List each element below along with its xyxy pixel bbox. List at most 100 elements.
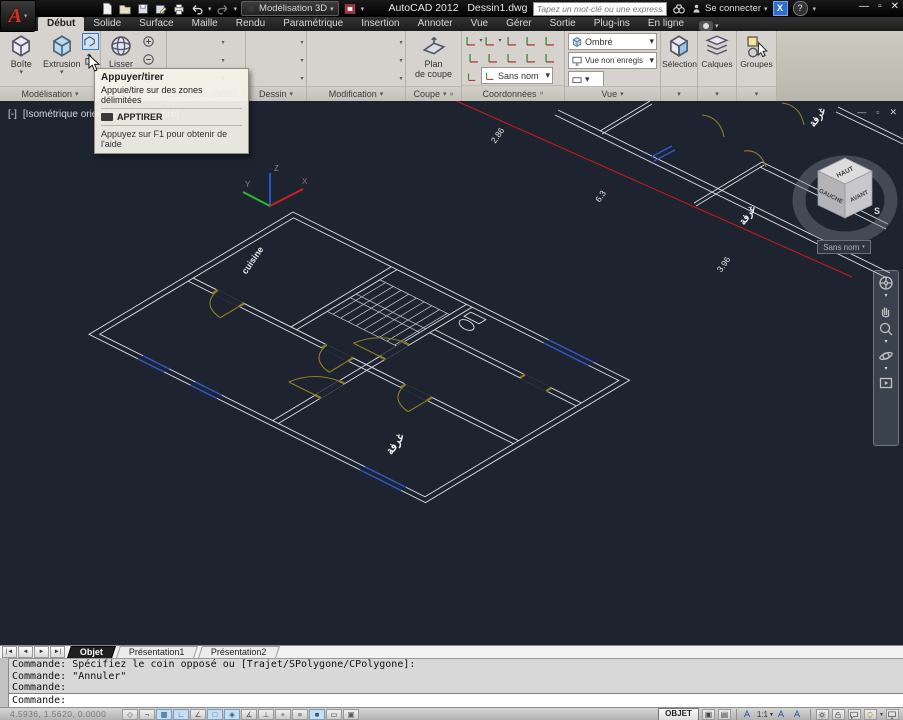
modify-arc-button[interactable]: ▾ [384, 51, 403, 69]
isolate-objects-icon[interactable] [864, 709, 877, 720]
annotation-visibility-icon[interactable] [776, 709, 789, 720]
ribbon-tab-7[interactable]: Insertion [352, 17, 408, 31]
drawing-canvas[interactable]: Y X Z cuisine غرفة غرفة غرفة 2.86 6.3 3.… [0, 101, 903, 645]
mesh-refine-button[interactable] [140, 33, 157, 50]
modify-line-button[interactable] [308, 69, 327, 87]
solids-cminus-button[interactable] [168, 51, 187, 69]
ucs-tool-button[interactable] [540, 32, 559, 49]
navigation-wheel-icon[interactable] [878, 275, 894, 291]
modify-mirror-button[interactable] [308, 33, 327, 51]
online-extra-icon[interactable]: ▾ [699, 21, 719, 31]
application-menu-button[interactable]: A ▾ [0, 0, 36, 32]
first-layout-button[interactable]: |◄ [2, 646, 17, 658]
ucs-tool-button[interactable]: ▾ [464, 32, 483, 49]
tab-layout1[interactable]: Présentation1 [116, 646, 197, 658]
view-name-dropdown[interactable]: Vue non enregis ▾ [568, 52, 657, 69]
search-binoculars-icon[interactable] [672, 2, 686, 16]
redo-icon[interactable] [216, 2, 230, 16]
close-button[interactable]: ✕ [891, 1, 899, 12]
ribbon-tab-10[interactable]: Gérer [497, 17, 541, 31]
workspace-gear-icon[interactable] [816, 709, 829, 720]
mesh-reduce-button[interactable] [140, 51, 157, 68]
selection-button[interactable]: Sélection [662, 32, 697, 86]
draw-polygon-button[interactable] [247, 69, 266, 87]
modify-mirror-button[interactable] [327, 69, 346, 87]
modify-erase-button[interactable] [308, 51, 327, 69]
draw-circle-button[interactable]: ▾ [285, 51, 304, 69]
help-dropdown-icon[interactable]: ▾ [813, 5, 817, 13]
otrack-toggle[interactable]: ∡ [241, 709, 257, 720]
ucs-tool-button[interactable] [464, 49, 483, 66]
sc-toggle[interactable]: ▣ [343, 709, 359, 720]
viewport-minimize-control[interactable]: [-] [8, 109, 17, 120]
modify-trim-button[interactable]: ▾ [384, 33, 403, 51]
box-button[interactable]: Boîte ▾ [1, 32, 42, 86]
ribbon-tab-4[interactable]: Maille [183, 17, 227, 31]
draw-pline-button[interactable] [247, 33, 266, 51]
transparency-toggle[interactable]: ■ [309, 709, 325, 720]
drawing-close-button[interactable]: ✕ [889, 107, 897, 118]
ucs-tool-button[interactable] [502, 32, 521, 49]
section-plane-button[interactable]: Plan de coupe [409, 32, 459, 86]
command-input[interactable]: Commande: [0, 693, 903, 707]
save-icon[interactable] [136, 2, 150, 16]
save-as-icon[interactable] [154, 2, 168, 16]
snap-toggle[interactable]: ◇ [122, 709, 138, 720]
restore-button[interactable]: ▫ [878, 1, 882, 12]
ribbon-tab-2[interactable]: Solide [84, 17, 130, 31]
panel-label-calques[interactable]: ▾ [698, 86, 736, 101]
undo-icon[interactable] [190, 2, 204, 16]
sign-in-button[interactable]: Se connecter ▾ [691, 3, 768, 14]
ucs-tool-button[interactable] [483, 49, 502, 66]
ucs-icon-button[interactable] [464, 69, 479, 82]
visual-style-dropdown[interactable]: Ombré ▾ [568, 33, 657, 50]
workspace-switcher[interactable]: Modélisation 3D ▾ [241, 1, 339, 16]
extrusion-button[interactable]: Extrusion ▾ [42, 32, 83, 86]
space-button[interactable]: OBJET [658, 708, 699, 720]
chevron-down-icon[interactable]: ▾ [884, 367, 887, 372]
toolbar-lock-icon[interactable] [832, 709, 845, 720]
prev-layout-button[interactable]: ◄ [18, 646, 33, 658]
ribbon-tab-5[interactable]: Rendu [227, 17, 274, 31]
clean-screen-icon[interactable] [886, 709, 899, 720]
ducs-toggle[interactable]: ⊥ [258, 709, 274, 720]
ucs-tool-button[interactable] [502, 49, 521, 66]
solids-union-button[interactable] [168, 33, 187, 51]
orbit-icon[interactable] [878, 348, 894, 364]
minimize-button[interactable]: — [859, 1, 869, 12]
panel-label-vue[interactable]: Vue▾ [565, 86, 660, 101]
search-input[interactable] [533, 2, 667, 16]
chevron-down-icon[interactable]: ▾ [884, 340, 887, 345]
qat-palette-icon[interactable] [343, 2, 357, 16]
draw-arc-button[interactable]: ▾ [285, 33, 304, 51]
qat-dropdown-icon[interactable]: ▾ [361, 5, 365, 13]
draw-polygon-button[interactable] [266, 33, 285, 51]
chevron-down-icon[interactable]: ▾ [884, 294, 887, 299]
polar-toggle[interactable]: ∠ [190, 709, 206, 720]
hardware-acceleration-icon[interactable] [848, 709, 861, 720]
ucs-named-dropdown[interactable]: Sans nom ▾ [481, 67, 553, 84]
ucs-tool-button[interactable] [521, 32, 540, 49]
osnap3d-toggle[interactable]: ◈ [224, 709, 240, 720]
ribbon-tab-12[interactable]: Plug-ins [585, 17, 639, 31]
draw-circle-button[interactable]: ▾ [285, 69, 304, 87]
compass-south-label[interactable]: S [874, 206, 880, 216]
infer-toggle[interactable]: ¬ [139, 709, 155, 720]
panel-label-modification[interactable]: Modification▾ [307, 86, 405, 101]
layers-button[interactable]: Calques [699, 32, 735, 86]
annotation-scale-button[interactable]: 1:1 ▾ [742, 709, 773, 720]
command-history[interactable]: Commande: Spécifiez le coin opposé ou [T… [0, 658, 903, 694]
tab-layout2[interactable]: Présentation2 [198, 646, 279, 658]
command-window-splitter[interactable] [0, 658, 9, 707]
redo-dropdown-icon[interactable]: ▾ [234, 5, 238, 13]
pan-hand-icon[interactable] [878, 302, 894, 318]
modify-move-button[interactable] [346, 33, 365, 51]
ribbon-tab-9[interactable]: Vue [462, 17, 497, 31]
ribbon-tab-8[interactable]: Annoter [409, 17, 462, 31]
viewcube-wcs-menu[interactable]: Sans nom ▾ [817, 240, 871, 254]
panel-label-dessin[interactable]: Dessin▾ [246, 86, 306, 101]
panel-label-modelisation[interactable]: Modélisation▾ [0, 86, 100, 101]
modify-offset-button[interactable] [327, 51, 346, 69]
undo-dropdown-icon[interactable]: ▾ [208, 5, 212, 13]
draw-line-button[interactable] [266, 51, 285, 69]
